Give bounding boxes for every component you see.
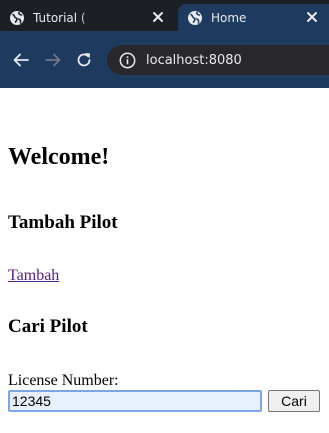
forward-arrow-icon[interactable] [44, 51, 62, 69]
tab-home[interactable]: Home [178, 4, 329, 31]
address-url: localhost:8080 [146, 52, 242, 68]
search-section-title: Cari Pilot [8, 316, 88, 337]
back-arrow-icon[interactable] [12, 51, 30, 69]
browser-window: Tutorial ( Home localhost:8080 Welcome! … [0, 0, 329, 433]
tab-title: Home [211, 10, 247, 25]
page-title: Welcome! [8, 144, 110, 170]
reload-icon[interactable] [75, 51, 93, 69]
add-section-title: Tambah Pilot [8, 212, 118, 233]
tab-title: Tutorial ( [33, 10, 86, 25]
tab-tutorial[interactable]: Tutorial ( [0, 4, 178, 31]
tambah-link[interactable]: Tambah [8, 266, 59, 285]
close-icon[interactable] [304, 9, 320, 25]
license-number-input[interactable] [8, 390, 262, 412]
address-bar[interactable]: localhost:8080 [107, 45, 329, 75]
license-number-label: License Number: [8, 372, 119, 389]
search-button[interactable]: Cari [268, 390, 320, 412]
globe-icon [10, 10, 24, 25]
info-icon[interactable] [119, 52, 136, 69]
page-content: Welcome! Tambah Pilot Tambah Cari Pilot … [0, 88, 329, 433]
close-icon[interactable] [150, 9, 166, 25]
tab-strip: Tutorial ( Home [0, 0, 329, 31]
browser-toolbar: localhost:8080 [0, 31, 329, 88]
globe-icon [188, 10, 202, 25]
